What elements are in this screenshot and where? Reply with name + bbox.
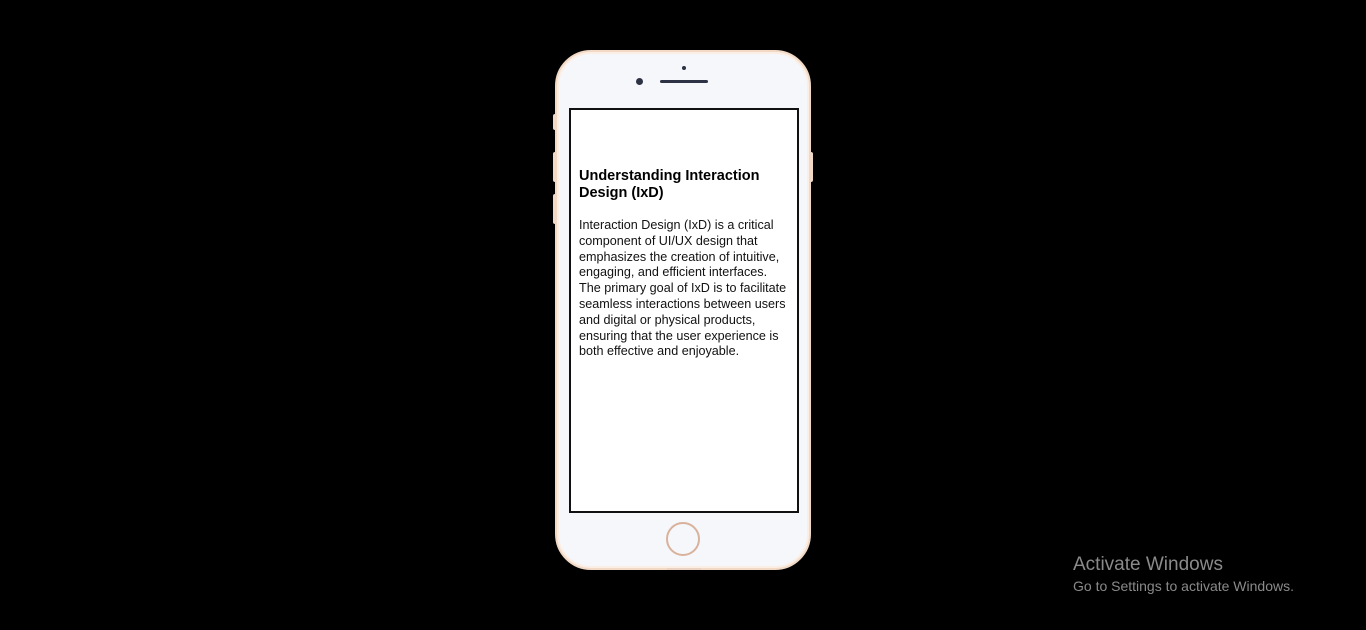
watermark-title: Activate Windows: [1073, 554, 1223, 575]
volume-down-button: [553, 194, 557, 224]
activation-watermark: Activate Windows Go to Settings to activ…: [1073, 554, 1294, 595]
watermark-subtitle: Go to Settings to activate Windows.: [1073, 578, 1294, 594]
article-body: Interaction Design (IxD) is a critical c…: [579, 218, 787, 359]
bottom-edge-detail: [667, 568, 701, 570]
mute-switch: [553, 114, 557, 130]
desktop-background: Understanding Interaction Design (IxD) I…: [0, 0, 1366, 630]
front-camera-icon: [636, 78, 643, 85]
home-button[interactable]: [666, 522, 700, 556]
volume-up-button: [553, 152, 557, 182]
article-title: Understanding Interaction Design (IxD): [579, 168, 760, 201]
earpiece-speaker: [660, 80, 708, 83]
phone-mockup: Understanding Interaction Design (IxD) I…: [553, 50, 813, 570]
power-button: [809, 152, 813, 182]
phone-screen[interactable]: Understanding Interaction Design (IxD) I…: [569, 108, 799, 513]
proximity-sensor: [682, 66, 686, 70]
